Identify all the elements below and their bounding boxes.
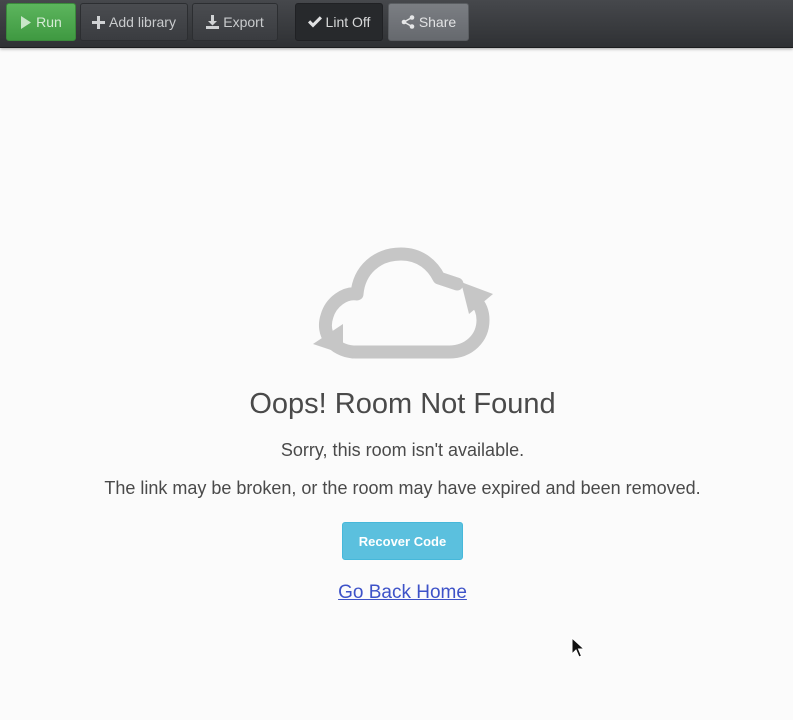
- add-library-label: Add library: [109, 14, 176, 30]
- recover-code-button[interactable]: Recover Code: [342, 522, 463, 560]
- plus-icon: [92, 15, 106, 29]
- error-detail: The link may be broken, or the room may …: [104, 478, 701, 498]
- mouse-cursor-icon: [571, 637, 585, 658]
- share-button[interactable]: Share: [388, 3, 469, 41]
- cloud-sync-icon: [313, 247, 493, 359]
- page-title: Oops! Room Not Found: [249, 388, 556, 420]
- run-button-label: Run: [36, 14, 62, 30]
- add-library-button[interactable]: Add library: [80, 3, 188, 41]
- error-message: Sorry, this room isn't available.: [280, 440, 525, 460]
- share-icon: [401, 15, 415, 29]
- go-back-home-link[interactable]: Go Back Home: [0, 582, 793, 604]
- export-label: Export: [223, 14, 264, 30]
- lint-label: Lint Off: [325, 14, 371, 30]
- toolbar: Run Add library Export Lint Off Share: [0, 0, 793, 48]
- share-label: Share: [418, 14, 457, 30]
- run-button[interactable]: Run: [6, 3, 76, 41]
- play-icon: [21, 15, 32, 29]
- download-icon: [206, 15, 220, 29]
- error-panel: [0, 49, 793, 720]
- lint-toggle-button[interactable]: Lint Off: [295, 3, 383, 41]
- check-icon: [307, 16, 322, 28]
- export-button[interactable]: Export: [192, 3, 278, 41]
